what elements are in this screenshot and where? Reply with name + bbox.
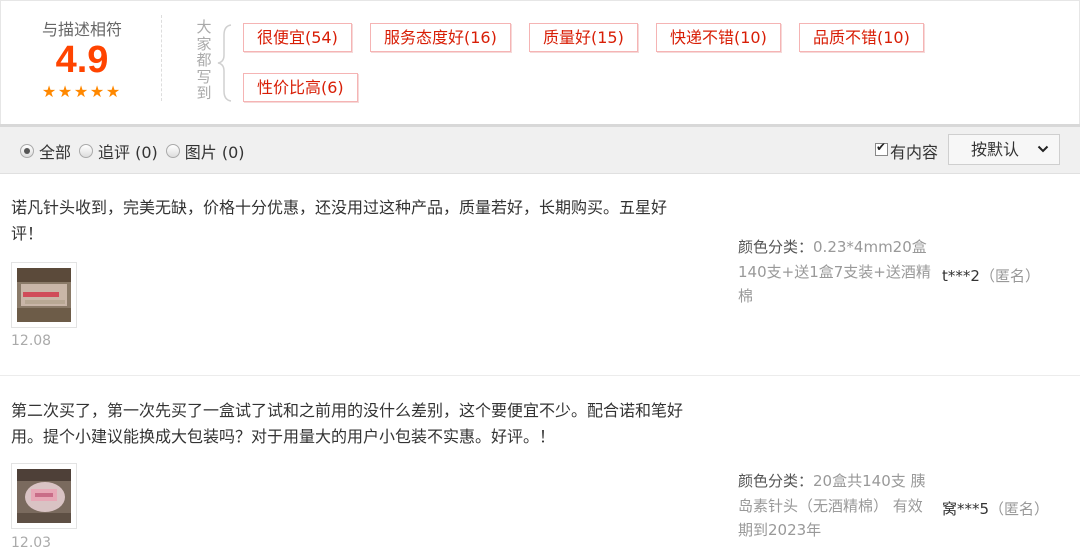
tag-good-quality[interactable]: 质量好(15) xyxy=(529,23,638,52)
anonymous-label: （匿名） xyxy=(989,500,1050,518)
star-icon: ★ xyxy=(105,82,121,101)
review-text: 诺凡针头收到，完美无缺，价格十分优惠，还没用过这种产品，质量若好，长期购买。五星… xyxy=(11,198,668,243)
divider xyxy=(161,15,162,101)
review-item: 诺凡针头收到，完美无缺，价格十分优惠，还没用过这种产品，质量若好，长期购买。五星… xyxy=(0,175,1080,376)
everyone-wrote-char: 大 xyxy=(196,18,212,36)
review-date: 12.08 xyxy=(11,333,52,349)
has-content-checkbox[interactable] xyxy=(875,140,888,156)
score-title: 与描述相符 xyxy=(41,20,122,39)
star-icon: ★ xyxy=(89,82,105,101)
everyone-wrote-char: 写 xyxy=(196,67,212,86)
review-photo[interactable] xyxy=(11,463,77,529)
score-box: 与描述相符 4.9 ★ ★ ★ ★ ★ xyxy=(1,1,163,125)
reviewer-name: t***2 xyxy=(942,267,980,285)
sku-label: 颜色分类： xyxy=(738,472,814,490)
has-content-filter[interactable]: 有内容 xyxy=(875,139,938,163)
review-filter: 全部 追评 (0) 图片 (0) xyxy=(20,139,253,163)
star-icon: ★ xyxy=(73,82,89,101)
radio-followup-label[interactable]: 追评 (0) xyxy=(98,139,158,163)
review-item: 第二次买了，第一次先买了一盒试了试和之前用的没什么差别，这个要便宜不少。配合诺和… xyxy=(0,377,1080,558)
everyone-wrote-char: 都 xyxy=(196,51,212,69)
sku-info: 颜色分类：0.23*4mm20盒140支+送1盒7支装+送酒精棉 xyxy=(738,235,938,309)
review-photo-image xyxy=(17,268,71,322)
tag-cheap[interactable]: 很便宜(54) xyxy=(243,23,352,52)
review-date: 12.03 xyxy=(11,535,52,551)
sort-label: 按默认 xyxy=(971,140,1020,159)
everyone-wrote-label: 大 家 都 写 到 xyxy=(195,19,213,102)
star-icon: ★ xyxy=(41,82,57,101)
reviewer-name: 窝***5 xyxy=(942,500,990,518)
radio-all[interactable] xyxy=(20,144,34,158)
tag-good-service[interactable]: 服务态度好(16) xyxy=(370,23,511,52)
anonymous-label: （匿名） xyxy=(979,267,1040,285)
radio-followup[interactable] xyxy=(79,144,94,158)
tag-nice-quality[interactable]: 品质不错(10) xyxy=(799,23,924,52)
sku-info: 颜色分类：20盒共140支 胰岛素针头（无酒精棉） 有效期到2023年 xyxy=(738,469,928,543)
filter-bar: 全部 追评 (0) 图片 (0) 有内容 按默认 xyxy=(0,124,1080,174)
radio-images-label[interactable]: 图片 (0) xyxy=(185,139,245,163)
review-photo-image xyxy=(17,469,71,523)
score-value: 4.9 xyxy=(55,39,109,81)
rating-summary: 与描述相符 4.9 ★ ★ ★ ★ ★ 大 家 都 写 到 很便宜(54) 服务… xyxy=(0,0,1080,124)
review-text: 第二次买了，第一次先买了一盒试了试和之前用的没什么差别，这个要便宜不少。配合诺和… xyxy=(11,401,684,446)
everyone-wrote-char: 到 xyxy=(196,84,212,102)
tag-fast-delivery[interactable]: 快递不错(10) xyxy=(656,23,781,52)
reviewer: 窝***5（匿名） xyxy=(942,498,1049,519)
star-rating: ★ ★ ★ ★ ★ xyxy=(41,84,121,100)
review-photo[interactable] xyxy=(11,262,77,328)
has-content-label[interactable]: 有内容 xyxy=(890,139,938,163)
brace-icon xyxy=(217,24,232,102)
sort-select[interactable]: 按默认 xyxy=(948,134,1060,165)
chevron-down-icon xyxy=(1037,135,1049,175)
radio-all-label[interactable]: 全部 xyxy=(39,139,71,163)
tag-value-for-money[interactable]: 性价比高(6) xyxy=(243,73,358,102)
sku-label: 颜色分类： xyxy=(738,238,814,256)
reviewer: t***2（匿名） xyxy=(942,265,1040,286)
radio-images[interactable] xyxy=(165,144,180,158)
star-icon: ★ xyxy=(57,82,73,101)
everyone-wrote-char: 家 xyxy=(196,34,212,53)
